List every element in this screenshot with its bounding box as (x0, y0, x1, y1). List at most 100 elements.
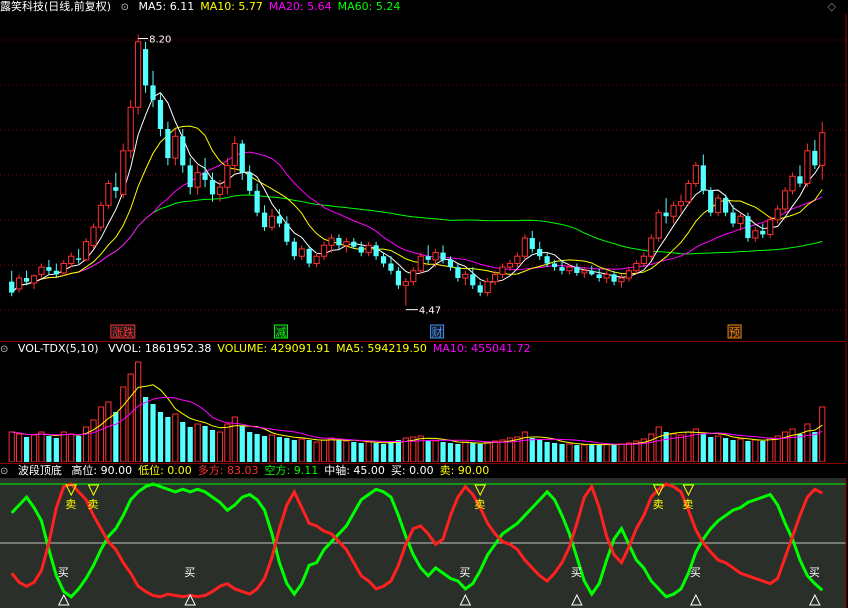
volume-bar (120, 386, 127, 462)
candle-body (804, 150, 811, 185)
event-marker-label: 减 (275, 326, 286, 339)
volume-bar (23, 437, 30, 462)
osc-readout-1: 低位: 0.00 (138, 464, 192, 477)
candle-body (774, 208, 781, 221)
candle-body (402, 281, 409, 286)
candle-body (105, 183, 112, 206)
candle-body (745, 216, 751, 239)
volume-bar (574, 445, 580, 462)
candle-body (648, 237, 655, 257)
candle-body (9, 281, 15, 293)
volume-bar (268, 434, 276, 462)
volume-bar (194, 423, 201, 462)
candle-body (700, 165, 706, 191)
volume-bar (8, 431, 15, 462)
volume-bar (760, 441, 766, 462)
volume-bar (455, 444, 461, 462)
candle-body (752, 230, 759, 239)
volume-bar (239, 426, 245, 462)
candle-body (781, 190, 789, 210)
buy-signal-label: 买 (184, 566, 195, 579)
candle-body (306, 248, 312, 264)
candle-body (581, 270, 588, 274)
candle-body (172, 135, 179, 159)
volume-bar (202, 426, 208, 462)
volume-bar (172, 413, 179, 462)
candle-body (819, 132, 826, 166)
candle-body (521, 237, 528, 257)
event-marker-label: 预 (729, 326, 740, 339)
volume-bar (440, 442, 446, 462)
price-chart: 8.20 4.47 涨跌 减 财 预 (0, 14, 847, 340)
candle-body (298, 248, 305, 257)
volume-bar (16, 433, 23, 462)
candle-body (231, 143, 238, 166)
volume-bar (113, 412, 119, 462)
candle-body (574, 267, 580, 273)
volume-bar (135, 361, 142, 462)
volume-bar (46, 436, 52, 462)
osc-readout-4: 中轴: 45.00 (324, 464, 385, 477)
volume-bar (306, 440, 312, 462)
volume-bar (723, 438, 729, 462)
event-marker-label: 财 (432, 325, 443, 339)
volume-bar (417, 435, 424, 462)
osc-title: 波段顶底 (17, 464, 62, 477)
ma60-line (11, 194, 823, 293)
candle-body (328, 237, 335, 246)
volume-bar (127, 373, 134, 462)
candle-body (812, 150, 818, 166)
volume-bar (76, 436, 82, 462)
volume-bar (313, 441, 320, 462)
volume-bar (537, 440, 543, 462)
candle-body (432, 252, 439, 261)
volume-bar (462, 441, 469, 462)
volume-bar (365, 441, 372, 462)
volume-bar (812, 432, 818, 462)
candle-body (663, 212, 669, 217)
candle-body (440, 252, 446, 260)
candle-body (566, 266, 573, 272)
volume-bar (484, 441, 491, 462)
candle-body (224, 164, 231, 188)
candle-body (254, 190, 260, 213)
candle-body (313, 255, 320, 264)
candle-body (625, 270, 633, 279)
candle-body (447, 259, 454, 268)
candle-body (462, 273, 469, 279)
volume-bar (648, 433, 655, 462)
volume-bar (551, 443, 558, 462)
buy-signal-label: 买 (459, 566, 470, 579)
volume-bar (737, 438, 744, 462)
candle-body (470, 274, 476, 286)
volume-bar (209, 430, 216, 462)
volume-bar (625, 442, 633, 462)
volume-bar (797, 434, 803, 462)
candle-body (284, 223, 290, 242)
candle-body (395, 270, 402, 286)
candle-body (477, 285, 483, 293)
volume-bar (30, 434, 38, 462)
volume-bar (284, 438, 290, 462)
volume-bar (491, 440, 499, 462)
volume-bar (767, 437, 774, 462)
candle-body (165, 129, 171, 159)
volume-bar (752, 439, 759, 462)
volume-bar (700, 434, 706, 462)
low-label: 4.47 (419, 306, 441, 317)
volume-bar (730, 440, 736, 462)
candle-body (60, 262, 67, 274)
volume-bar (655, 426, 662, 462)
candle-body (142, 49, 149, 86)
candle-body (90, 226, 97, 246)
volume-bar (68, 433, 75, 462)
dropdown-circle-icon[interactable]: ⊙ (0, 466, 8, 477)
candle-body (425, 256, 431, 260)
candle-body (358, 246, 364, 253)
candle-body (194, 172, 201, 188)
candle-body (113, 187, 119, 191)
volume-bar (276, 437, 283, 462)
volume-bar (187, 427, 193, 462)
candle-body (120, 150, 127, 195)
osc-panel-header: ⊙ 波段顶底 高位: 90.00 低位: 0.00 多方: 83.03 空方: 9.1… (0, 464, 501, 478)
